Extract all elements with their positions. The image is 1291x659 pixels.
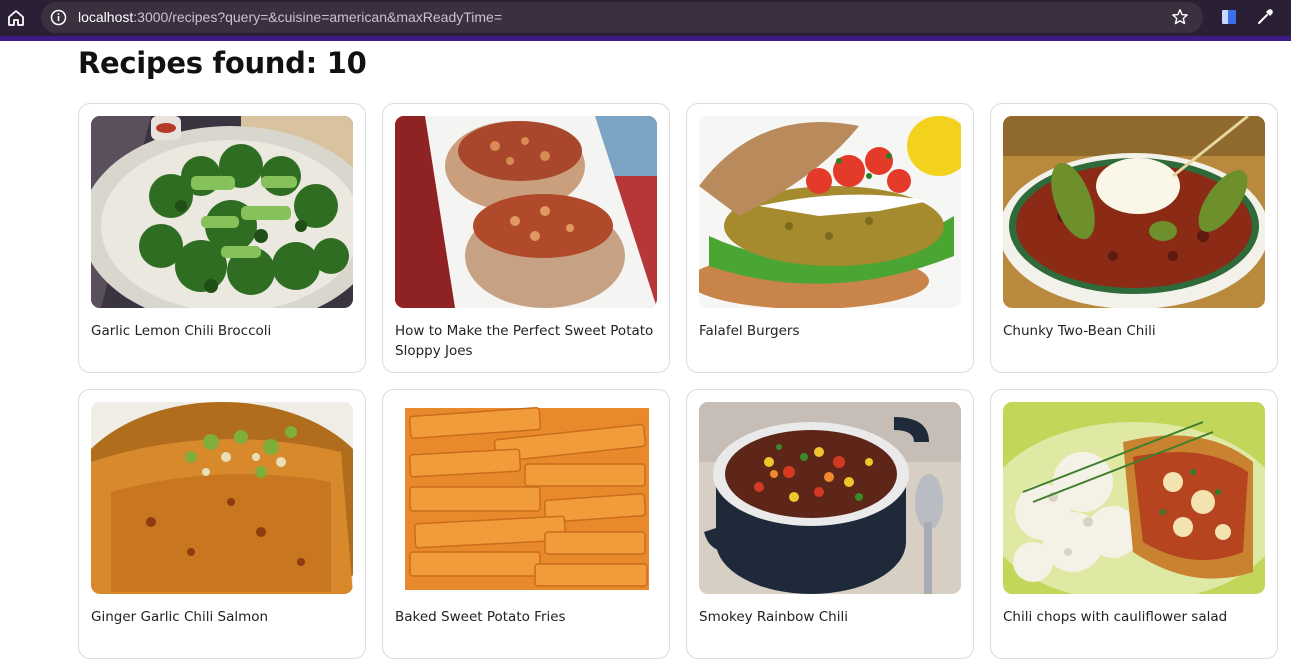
recipe-title[interactable]: Chili chops with cauliflower salad [1003,607,1265,627]
recipe-card[interactable]: Falafel Burgers [686,103,974,373]
recipe-title[interactable]: Smokey Rainbow Chili [699,607,961,627]
url-path: :3000/recipes?query=&cuisine=american&ma… [133,9,502,25]
recipes-page: Recipes found: 10 Garlic Lemon Chili Bro… [0,41,1291,659]
recipe-card[interactable]: Chili chops with cauliflower salad [990,389,1278,659]
info-icon[interactable] [50,9,67,26]
home-icon[interactable] [5,7,27,29]
recipe-title[interactable]: Ginger Garlic Chili Salmon [91,607,353,627]
url-host: localhost [78,9,134,25]
url-text[interactable]: localhost:3000/recipes?query=&cuisine=am… [78,9,502,25]
page-title: Recipes found: 10 [78,46,367,80]
recipe-title[interactable]: Falafel Burgers [699,321,961,341]
recipe-title[interactable]: Baked Sweet Potato Fries [395,607,657,627]
recipe-image[interactable] [395,116,657,308]
recipe-title[interactable]: Chunky Two-Bean Chili [1003,321,1265,341]
recipe-card[interactable]: Smokey Rainbow Chili [686,389,974,659]
recipe-title[interactable]: How to Make the Perfect Sweet Potato Slo… [395,321,657,361]
star-icon[interactable] [1171,8,1189,26]
recipe-image[interactable] [91,116,353,308]
recipe-title[interactable]: Garlic Lemon Chili Broccoli [91,321,353,341]
recipe-card[interactable]: How to Make the Perfect Sweet Potato Slo… [382,103,670,373]
recipe-image[interactable] [91,402,353,594]
recipe-card[interactable]: Ginger Garlic Chili Salmon [78,389,366,659]
recipe-image[interactable] [699,116,961,308]
address-bar[interactable]: localhost:3000/recipes?query=&cuisine=am… [41,2,1203,33]
recipe-image[interactable] [1003,402,1265,594]
recipe-card[interactable]: Chunky Two-Bean Chili [990,103,1278,373]
recipe-image[interactable] [699,402,961,594]
browser-toolbar: localhost:3000/recipes?query=&cuisine=am… [0,0,1291,41]
eyedropper-icon[interactable] [1255,7,1275,27]
extension-icon[interactable] [1219,7,1239,27]
recipe-card[interactable]: Garlic Lemon Chili Broccoli [78,103,366,373]
recipe-card[interactable]: Baked Sweet Potato Fries [382,389,670,659]
recipe-image[interactable] [395,402,657,594]
recipe-image[interactable] [1003,116,1265,308]
